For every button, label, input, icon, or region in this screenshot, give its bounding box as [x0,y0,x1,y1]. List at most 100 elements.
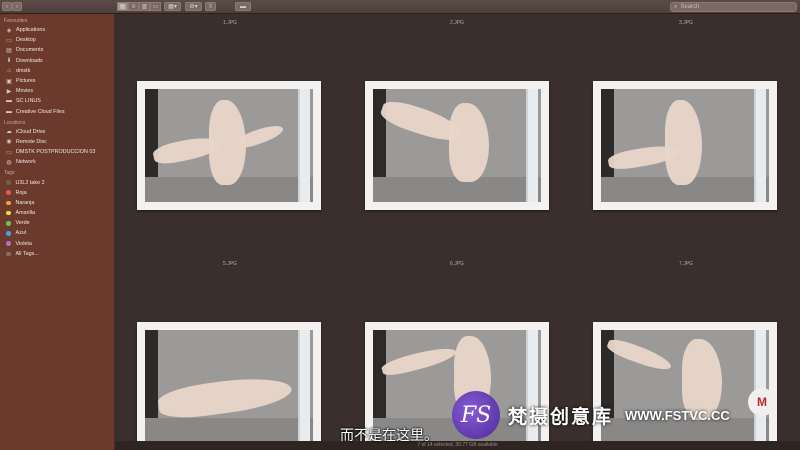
column-view-button[interactable]: ▥ [139,2,150,11]
tags-list: U3L2 take 2 Roja Naranja Amarilla Verde Azul V… [0,177,114,259]
folder-icon: ▬ [6,98,12,105]
sidebar-favourite-item-label: Downloads [16,57,43,64]
sidebar-favourite-item-label: Documents [16,47,44,54]
sidebar-tag-label: Verde [15,220,30,227]
sidebar-tag-item[interactable]: U3L2 take 2 [0,177,114,187]
sidebar-tag-label: Violeta [15,240,32,247]
file-thumbnail[interactable] [593,81,777,210]
desktop-icon: ▭ [6,37,12,44]
tag-icon: ▬ [240,3,246,10]
sidebar-location-item[interactable]: ▭ DMSTK POSTPRODUCCION 03 [0,147,114,157]
sidebar-tag-label: Amarilla [15,210,35,217]
sidebar-favourite-item[interactable]: ◈ Applications [0,25,114,35]
search-field[interactable]: ⌕ Search [670,2,797,12]
tags-header: Tags [4,170,15,177]
status-bar: 7 of 14 selected, 30.77 GB available [115,441,800,450]
file-name: 6.JPG [450,261,464,267]
sidebar-tag-item[interactable]: All Tags... [0,249,114,259]
file-name: 1.JPG [223,20,237,26]
gear-icon: ⚙▾ [189,4,198,10]
gallery-view-button[interactable]: ▭ [150,2,161,11]
sidebar-favourite-item-label: Movies [16,88,34,95]
photo-image [601,89,769,202]
icon-view-button[interactable]: ▦ [117,2,128,11]
nav-buttons: ‹ › [2,2,22,12]
search-icon: ⌕ [674,3,678,10]
tag-color-dot-icon [6,180,11,185]
file-name: 7.JPG [679,261,693,267]
sidebar-favourite-item-label: dmstk [16,67,31,74]
sidebar-favourite-item-label: Applications [16,27,46,34]
view-mode-group: ▦ ≡ ▥ ▭ [117,2,161,11]
file-grid: 1.JPG 2.JPG 3.JPG 5.JPG 6.JPG 7.JPG [115,14,800,450]
folder-icon: ▬ [6,108,12,115]
sidebar-location-item-label: Remote Disc [16,138,47,145]
sidebar-favourite-item[interactable]: ⌂ dmstk [0,66,114,76]
watermark-url: WWW.FSTVC.CC [625,407,730,423]
sidebar-tag-item[interactable]: Amarilla [0,208,114,218]
share-button[interactable]: ⇧ [205,2,216,11]
display-icon: ▭ [6,149,12,156]
sidebar-tag-item[interactable]: Azul [0,228,114,238]
downloads-icon: ⬇ [6,58,12,65]
sidebar-location-item[interactable]: ◉ Remote Disc [0,137,114,147]
tag-color-dot-icon [6,241,11,246]
movies-icon: ▶ [6,88,12,95]
file-name: 5.JPG [223,261,237,267]
tags-button[interactable]: ▬ [235,2,251,11]
documents-icon: ▤ [6,47,12,54]
grid-icon: ▦ [119,4,126,10]
sidebar-location-item[interactable]: ◍ Network [0,157,114,167]
sidebar-tag-label: All Tags... [15,250,39,257]
sidebar-favourite-item[interactable]: ▣ Pictures [0,76,114,86]
photo-image [145,330,313,443]
file-thumbnail[interactable] [137,322,321,450]
file-thumbnail[interactable] [137,81,321,210]
sidebar-tag-item[interactable]: Violeta [0,239,114,249]
favourites-header: Favourites [4,18,28,24]
sidebar-tag-item[interactable]: Naranja [0,198,114,208]
columns-icon: ▥ [141,4,148,10]
sidebar-favourite-item[interactable]: ▬ SC LINUS [0,96,114,106]
corner-badge: M [748,388,776,416]
back-button[interactable]: ‹ [2,2,12,11]
sidebar-favourite-item-label: SC LINUS [16,98,41,105]
group-icon: ▦▾ [168,4,177,10]
share-icon: ⇧ [207,4,214,10]
locations-header: Locations [4,119,26,126]
list-view-button[interactable]: ≡ [128,2,139,11]
favourites-list: ◈ Applications ▭ Desktop ▤ Documents ⬇ Download… [0,25,114,117]
chevron-left-icon: ‹ [6,3,8,10]
file-thumbnail[interactable] [365,81,549,210]
forward-button[interactable]: › [12,2,22,11]
file-name: 2.JPG [450,20,464,26]
sidebar-location-item-label: DMSTK POSTPRODUCCION 03 [16,149,96,156]
network-icon: ◍ [6,159,12,166]
finder-toolbar: ‹ › ▦ ≡ ▥ ▭ ▦▾ ⚙▾ ⇧ ▬ ⌕ Search [0,0,800,14]
sidebar-favourite-item[interactable]: ⬇ Downloads [0,56,114,66]
tag-color-dot-icon [6,251,11,257]
disc-icon: ◉ [6,139,12,146]
cloud-icon: ☁ [6,129,12,136]
sidebar-favourite-item[interactable]: ▶ Movies [0,86,114,96]
locations-list: ☁ iCloud Drive ◉ Remote Disc ▭ DMSTK POSTPROD… [0,127,114,168]
search-placeholder: Search [680,4,700,10]
sidebar-favourite-item[interactable]: ▬ Creative Cloud Files [0,107,114,117]
sidebar-tag-item[interactable]: Verde [0,218,114,228]
sidebar-tag-item[interactable]: Roja [0,188,114,198]
sidebar-favourite-item[interactable]: ▤ Documents [0,45,114,55]
applications-icon: ◈ [6,27,12,34]
action-button[interactable]: ⚙▾ [185,2,202,11]
video-subtitle: 而不是在这里。 [340,428,438,444]
sidebar-favourite-item-label: Pictures [16,78,36,85]
sidebar-location-item[interactable]: ☁ iCloud Drive [0,127,114,137]
sidebar-location-item-label: iCloud Drive [16,128,46,135]
photo-image [145,89,313,202]
sidebar-tag-label: Roja [15,189,27,196]
photo-image [373,89,541,202]
gallery-icon: ▭ [152,4,159,10]
sidebar-favourite-item[interactable]: ▭ Desktop [0,35,114,45]
sidebar-favourite-item-label: Desktop [16,37,36,44]
chevron-right-icon: › [16,3,18,10]
group-button[interactable]: ▦▾ [164,2,181,11]
